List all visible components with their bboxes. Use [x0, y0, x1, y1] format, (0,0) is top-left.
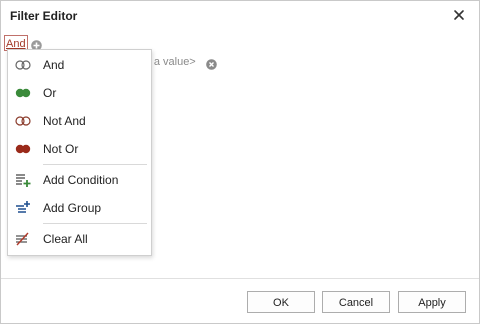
- menu-item-and[interactable]: And: [8, 52, 151, 78]
- menu-item-label: Or: [43, 86, 57, 100]
- menu-item-label: Add Group: [43, 201, 102, 215]
- filter-editor-dialog: Filter Editor And er a value> And Or Not…: [0, 0, 480, 324]
- ok-button[interactable]: OK: [247, 291, 315, 313]
- not-and-group-icon: [15, 116, 31, 126]
- and-group-icon: [15, 60, 31, 70]
- menu-item-label: Not Or: [43, 142, 79, 156]
- close-icon: [454, 10, 464, 20]
- dialog-footer: OK Cancel Apply: [1, 278, 479, 323]
- menu-item-clear-all[interactable]: Clear All: [8, 226, 151, 252]
- group-operator-context-menu: And Or Not And Not Or Add Condition Add …: [7, 49, 152, 256]
- menu-item-add-group[interactable]: Add Group: [8, 195, 151, 221]
- menu-item-label: And: [43, 58, 65, 72]
- close-button[interactable]: [451, 7, 467, 23]
- not-or-group-icon: [15, 144, 31, 154]
- add-node-button[interactable]: [31, 38, 42, 51]
- menu-item-label: Not And: [43, 114, 86, 128]
- apply-button[interactable]: Apply: [398, 291, 466, 313]
- or-group-icon: [15, 88, 31, 98]
- add-group-icon: [16, 201, 30, 213]
- remove-circle-icon: [206, 59, 217, 70]
- menu-item-or[interactable]: Or: [8, 80, 151, 106]
- menu-item-label: Add Condition: [43, 173, 119, 187]
- add-condition-icon: [16, 174, 31, 187]
- menu-item-not-or[interactable]: Not Or: [8, 136, 151, 162]
- menu-item-add-condition[interactable]: Add Condition: [8, 167, 151, 193]
- menu-separator: [43, 164, 147, 165]
- dialog-title: Filter Editor: [10, 9, 78, 23]
- menu-item-label: Clear All: [43, 232, 88, 246]
- cancel-button[interactable]: Cancel: [322, 291, 390, 313]
- clear-all-icon: [16, 232, 29, 246]
- menu-item-not-and[interactable]: Not And: [8, 108, 151, 134]
- menu-separator: [43, 223, 147, 224]
- title-bar: Filter Editor: [1, 1, 479, 31]
- remove-condition-button[interactable]: [206, 57, 217, 70]
